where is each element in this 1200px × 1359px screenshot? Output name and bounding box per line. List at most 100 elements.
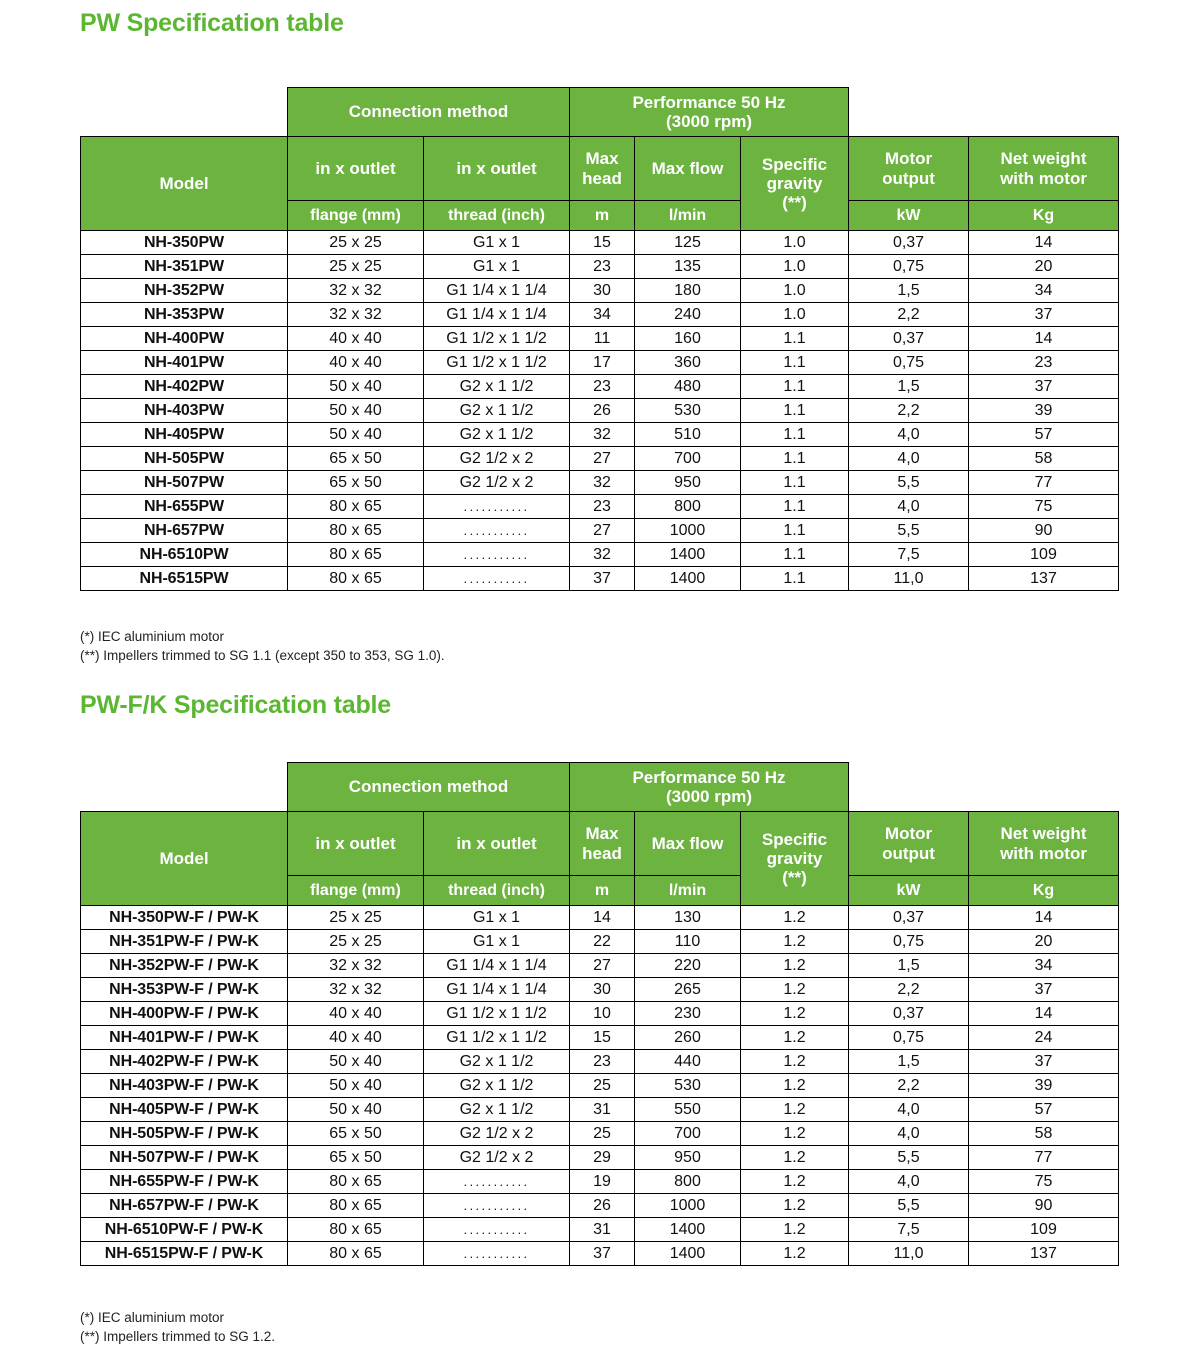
table-row: NH-403PW-F / PW-K50 x 40G2 x 1 1/2255301… — [81, 1074, 1119, 1098]
header-unit-head: m — [570, 876, 635, 906]
header-motor-output-line1: Motor — [885, 149, 932, 168]
header-unit-flow: l/min — [635, 201, 741, 231]
cell-max-head: 23 — [570, 1050, 635, 1074]
cell-flange: 50 x 40 — [288, 1074, 424, 1098]
cell-specific-gravity: 1.1 — [741, 447, 849, 471]
cell-motor-output: 2,2 — [849, 978, 969, 1002]
cell-model: NH-405PW-F / PW-K — [81, 1098, 288, 1122]
cell-thread: G1 1/4 x 1 1/4 — [424, 954, 570, 978]
header-motor-output-line2: output — [882, 844, 935, 863]
cell-flange: 50 x 40 — [288, 423, 424, 447]
cell-net-weight: 34 — [969, 954, 1119, 978]
header-performance-line1: Performance 50 Hz — [632, 93, 785, 112]
cell-net-weight: 14 — [969, 906, 1119, 930]
cell-flange: 65 x 50 — [288, 471, 424, 495]
cell-motor-output: 0,75 — [849, 351, 969, 375]
cell-max-head: 26 — [570, 1194, 635, 1218]
table-row: NH-405PW-F / PW-K50 x 40G2 x 1 1/2315501… — [81, 1098, 1119, 1122]
cell-max-head: 37 — [570, 567, 635, 591]
cell-specific-gravity: 1.0 — [741, 303, 849, 327]
cell-model: NH-351PW — [81, 255, 288, 279]
cell-thread: G2 x 1 1/2 — [424, 375, 570, 399]
table-header: Connection method Performance 50 Hz (300… — [81, 88, 1119, 231]
cell-max-head: 14 — [570, 906, 635, 930]
header-group-row: Connection method Performance 50 Hz (300… — [81, 88, 1119, 137]
cell-max-head: 34 — [570, 303, 635, 327]
header-max-head: Max head — [570, 137, 635, 201]
cell-model: NH-507PW-F / PW-K — [81, 1146, 288, 1170]
header-connection-method: Connection method — [288, 763, 570, 812]
cell-max-head: 32 — [570, 543, 635, 567]
cell-motor-output: 0,75 — [849, 255, 969, 279]
header-max-flow: Max flow — [635, 137, 741, 201]
page-title-pw-f-k: PW-F/K Specification table — [80, 691, 391, 720]
cell-motor-output: 7,5 — [849, 1218, 969, 1242]
cell-thread: G2 1/2 x 2 — [424, 1122, 570, 1146]
cell-max-flow: 230 — [635, 1002, 741, 1026]
cell-thread: ........... — [424, 1242, 570, 1266]
cell-max-head: 27 — [570, 519, 635, 543]
cell-max-head: 31 — [570, 1098, 635, 1122]
cell-motor-output: 1,5 — [849, 375, 969, 399]
cell-motor-output: 4,0 — [849, 1122, 969, 1146]
cell-max-head: 15 — [570, 1026, 635, 1050]
cell-max-flow: 110 — [635, 930, 741, 954]
cell-model: NH-403PW-F / PW-K — [81, 1074, 288, 1098]
cell-motor-output: 11,0 — [849, 567, 969, 591]
cell-model: NH-350PW-F / PW-K — [81, 906, 288, 930]
cell-specific-gravity: 1.2 — [741, 1122, 849, 1146]
header-motor-output: Motor output — [849, 812, 969, 876]
cell-max-flow: 1400 — [635, 567, 741, 591]
header-net-weight-line2: with motor — [1000, 169, 1087, 188]
cell-max-flow: 360 — [635, 351, 741, 375]
cell-specific-gravity: 1.2 — [741, 1074, 849, 1098]
table-row: NH-6515PW-F / PW-K80 x 65...........3714… — [81, 1242, 1119, 1266]
cell-motor-output: 0,75 — [849, 930, 969, 954]
table-row: NH-352PW32 x 32G1 1/4 x 1 1/4301801.01,5… — [81, 279, 1119, 303]
cell-net-weight: 39 — [969, 1074, 1119, 1098]
cell-motor-output: 2,2 — [849, 1074, 969, 1098]
cell-thread: G2 x 1 1/2 — [424, 423, 570, 447]
header-motor-output: Motor output — [849, 137, 969, 201]
cell-motor-output: 2,2 — [849, 399, 969, 423]
header-model: Model — [81, 137, 288, 231]
cell-specific-gravity: 1.1 — [741, 423, 849, 447]
header-spacer-cell-right — [849, 763, 1119, 812]
cell-motor-output: 4,0 — [849, 1170, 969, 1194]
dotted-placeholder: ........... — [463, 1222, 529, 1237]
header-unit-flow: l/min — [635, 876, 741, 906]
table-row: NH-401PW40 x 40G1 1/2 x 1 1/2173601.10,7… — [81, 351, 1119, 375]
cell-max-flow: 1400 — [635, 543, 741, 567]
cell-max-head: 23 — [570, 255, 635, 279]
cell-model: NH-6515PW — [81, 567, 288, 591]
header-max-head-line1: Max — [585, 824, 618, 843]
cell-max-flow: 220 — [635, 954, 741, 978]
cell-max-flow: 440 — [635, 1050, 741, 1074]
cell-max-head: 23 — [570, 375, 635, 399]
header-unit-motor: kW — [849, 876, 969, 906]
cell-flange: 40 x 40 — [288, 351, 424, 375]
cell-net-weight: 24 — [969, 1026, 1119, 1050]
header-net-weight-line1: Net weight — [1001, 149, 1087, 168]
cell-flange: 80 x 65 — [288, 1218, 424, 1242]
footnote-line: (*) IEC aluminium motor — [80, 627, 445, 646]
header-unit-motor: kW — [849, 201, 969, 231]
cell-thread: ........... — [424, 567, 570, 591]
cell-model: NH-353PW — [81, 303, 288, 327]
cell-flange: 50 x 40 — [288, 1098, 424, 1122]
table-row: NH-507PW65 x 50G2 1/2 x 2329501.15,577 — [81, 471, 1119, 495]
header-specific-gravity-line2: gravity — [767, 174, 823, 193]
cell-max-flow: 950 — [635, 1146, 741, 1170]
cell-thread: ........... — [424, 495, 570, 519]
cell-model: NH-400PW-F / PW-K — [81, 1002, 288, 1026]
cell-specific-gravity: 1.1 — [741, 399, 849, 423]
header-unit-thread: thread (inch) — [424, 201, 570, 231]
cell-flange: 25 x 25 — [288, 906, 424, 930]
cell-specific-gravity: 1.1 — [741, 375, 849, 399]
cell-thread: G1 1/2 x 1 1/2 — [424, 351, 570, 375]
cell-thread: G1 1/4 x 1 1/4 — [424, 978, 570, 1002]
header-max-flow: Max flow — [635, 812, 741, 876]
cell-max-flow: 130 — [635, 906, 741, 930]
cell-thread: G2 x 1 1/2 — [424, 1050, 570, 1074]
cell-max-flow: 950 — [635, 471, 741, 495]
